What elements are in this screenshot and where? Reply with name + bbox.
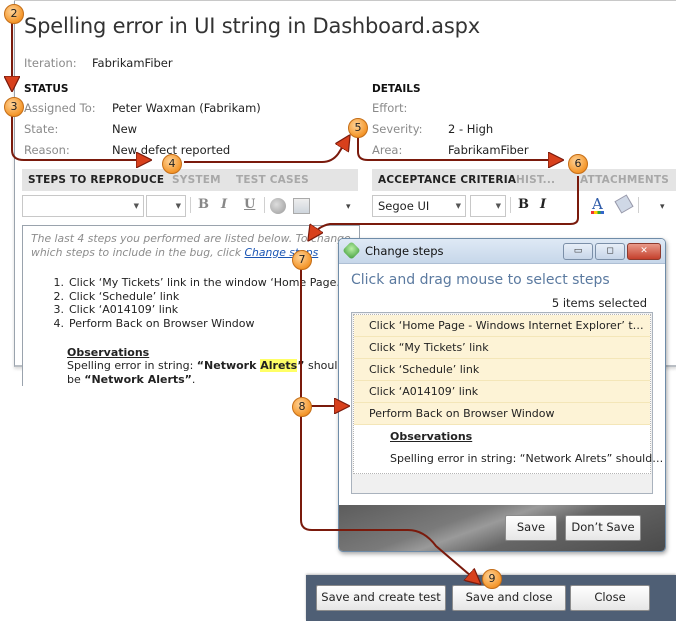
callout-8: 8: [292, 397, 312, 417]
callout-6: 6: [568, 154, 588, 174]
annotation-arrows: [0, 20, 579, 621]
arrow-6-to-7: [310, 176, 579, 238]
arrow-8-to-9: [300, 414, 478, 582]
arrow-5-to-6: [357, 138, 560, 160]
arrow-3-to-4: [11, 114, 148, 160]
callout-2: 2: [4, 4, 24, 24]
callout-3: 3: [4, 97, 24, 117]
callout-7: 7: [292, 250, 312, 270]
callout-5: 5: [348, 118, 368, 138]
callout-4: 4: [162, 154, 182, 174]
callout-9: 9: [482, 569, 502, 589]
arrow-4-to-5: [184, 138, 348, 163]
